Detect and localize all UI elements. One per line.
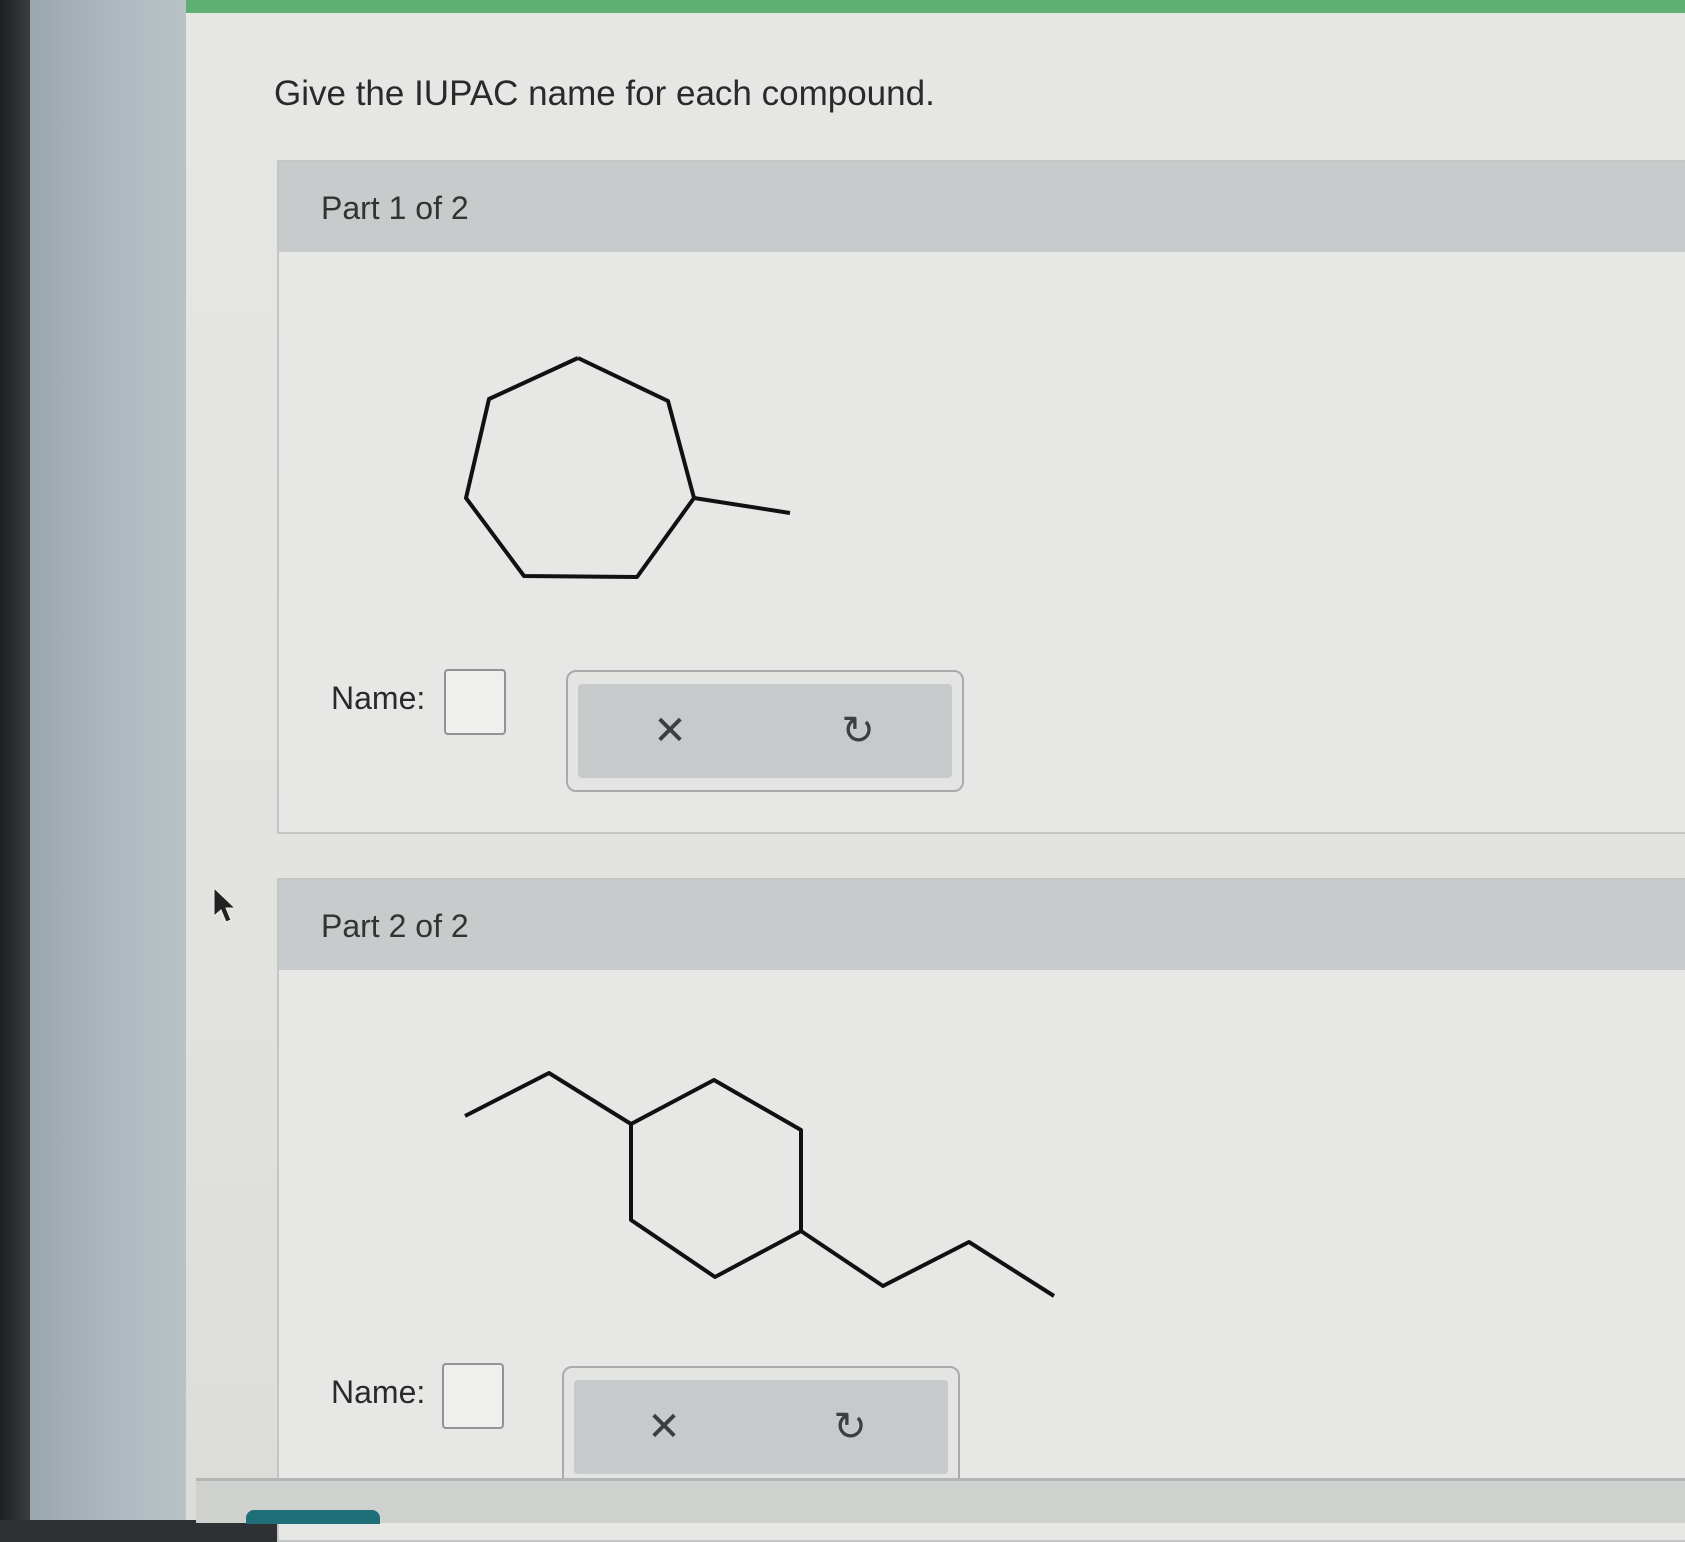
bottom-action-strip — [196, 1478, 1685, 1523]
propyl-substituent — [799, 1229, 1056, 1298]
part-1-name-label: Name: — [331, 680, 426, 716]
part-2-name-input[interactable] — [442, 1363, 504, 1429]
part-2-clear-button[interactable]: ✕ — [634, 1400, 694, 1454]
part-1-panel: Part 1 of 2 Name: ✕ ↻ — [277, 160, 1685, 834]
part-2-name-label: Name: — [331, 1374, 426, 1410]
part-1-name-input[interactable] — [444, 669, 506, 735]
part-1-undo-button[interactable]: ↻ — [828, 704, 888, 758]
close-icon: ✕ — [653, 709, 687, 753]
undo-icon: ↻ — [841, 709, 875, 753]
top-accent-bar — [186, 0, 1685, 13]
undo-icon: ↻ — [833, 1405, 867, 1449]
cycloheptane-ring — [464, 356, 696, 579]
methyl-substituent — [693, 496, 791, 515]
close-icon: ✕ — [647, 1405, 681, 1449]
part-2-toolbar-inner: ✕ ↻ — [574, 1380, 948, 1474]
part-2-toolbar: ✕ ↻ — [562, 1366, 960, 1488]
question-prompt: Give the IUPAC name for each compound. — [274, 74, 935, 113]
cyclohexane-ring — [629, 1078, 803, 1279]
bottom-action-button[interactable] — [246, 1510, 380, 1524]
part-2-undo-button[interactable]: ↻ — [820, 1400, 880, 1454]
mouse-pointer-icon — [213, 886, 237, 923]
part-1-toolbar: ✕ ↻ — [566, 670, 964, 792]
screen-bezel — [0, 0, 30, 1520]
molecule-2-structure — [464, 1071, 1056, 1298]
part-2-panel: Part 2 of 2 Name: ✕ ↻ — [277, 878, 1685, 1542]
part-1-clear-button[interactable]: ✕ — [640, 704, 700, 758]
ethyl-substituent — [464, 1071, 633, 1126]
left-side-panel — [30, 0, 188, 1520]
part-1-toolbar-inner: ✕ ↻ — [578, 684, 952, 778]
